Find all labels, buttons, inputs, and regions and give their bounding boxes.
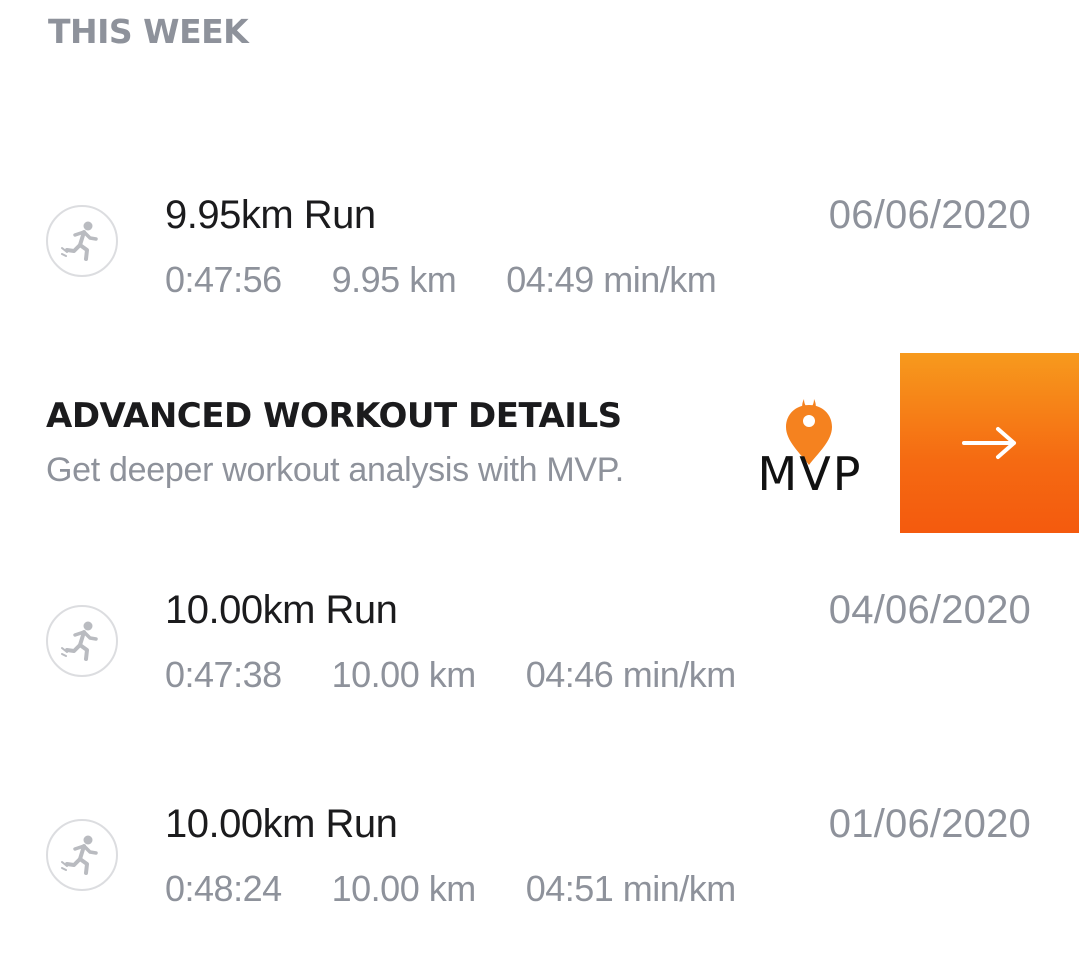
workout-stats: 0:47:56 9.95 km 04:49 min/km	[165, 259, 717, 301]
workout-pace: 04:51 min/km	[525, 868, 737, 909]
section-title: THIS WEEK	[48, 12, 249, 51]
workout-history-screen: THIS WEEK 9.95km Run 06/06/2020 0:47:56 …	[0, 0, 1079, 953]
workout-distance: 9.95 km	[331, 259, 457, 300]
workout-distance: 10.00 km	[331, 654, 477, 695]
mvp-logo: MVP	[750, 393, 870, 503]
workout-title: 10.00km Run	[165, 588, 398, 632]
workout-row[interactable]: 10.00km Run 01/06/2020 0:48:24 10.00 km …	[0, 797, 1079, 927]
workout-distance: 10.00 km	[331, 868, 477, 909]
running-person-icon	[46, 605, 118, 677]
workout-title: 9.95km Run	[165, 193, 376, 237]
workout-stats: 0:47:38 10.00 km 04:46 min/km	[165, 654, 736, 696]
workout-stats: 0:48:24 10.00 km 04:51 min/km	[165, 868, 736, 910]
workout-title: 10.00km Run	[165, 802, 398, 846]
promo-open-button[interactable]	[900, 353, 1079, 533]
promo-heading: ADVANCED WORKOUT DETAILS	[46, 396, 622, 436]
workout-pace: 04:46 min/km	[525, 654, 737, 695]
workout-row[interactable]: 9.95km Run 06/06/2020 0:47:56 9.95 km 04…	[0, 190, 1079, 320]
running-person-icon	[46, 205, 118, 277]
promo-subtext: Get deeper workout analysis with MVP.	[46, 451, 624, 489]
workout-duration: 0:48:24	[165, 868, 282, 909]
workout-duration: 0:47:38	[165, 654, 282, 695]
arrow-right-icon	[961, 427, 1016, 459]
mvp-logo-text: MVP	[757, 447, 863, 501]
workout-date: 04/06/2020	[828, 588, 1031, 632]
workout-duration: 0:47:56	[165, 259, 282, 300]
workout-pace: 04:49 min/km	[506, 259, 717, 300]
running-person-icon	[46, 819, 118, 891]
workout-row[interactable]: 10.00km Run 04/06/2020 0:47:38 10.00 km …	[0, 583, 1079, 713]
workout-date: 01/06/2020	[828, 802, 1031, 846]
mvp-promo-banner[interactable]: ADVANCED WORKOUT DETAILS Get deeper work…	[0, 353, 1079, 533]
workout-date: 06/06/2020	[828, 193, 1031, 237]
